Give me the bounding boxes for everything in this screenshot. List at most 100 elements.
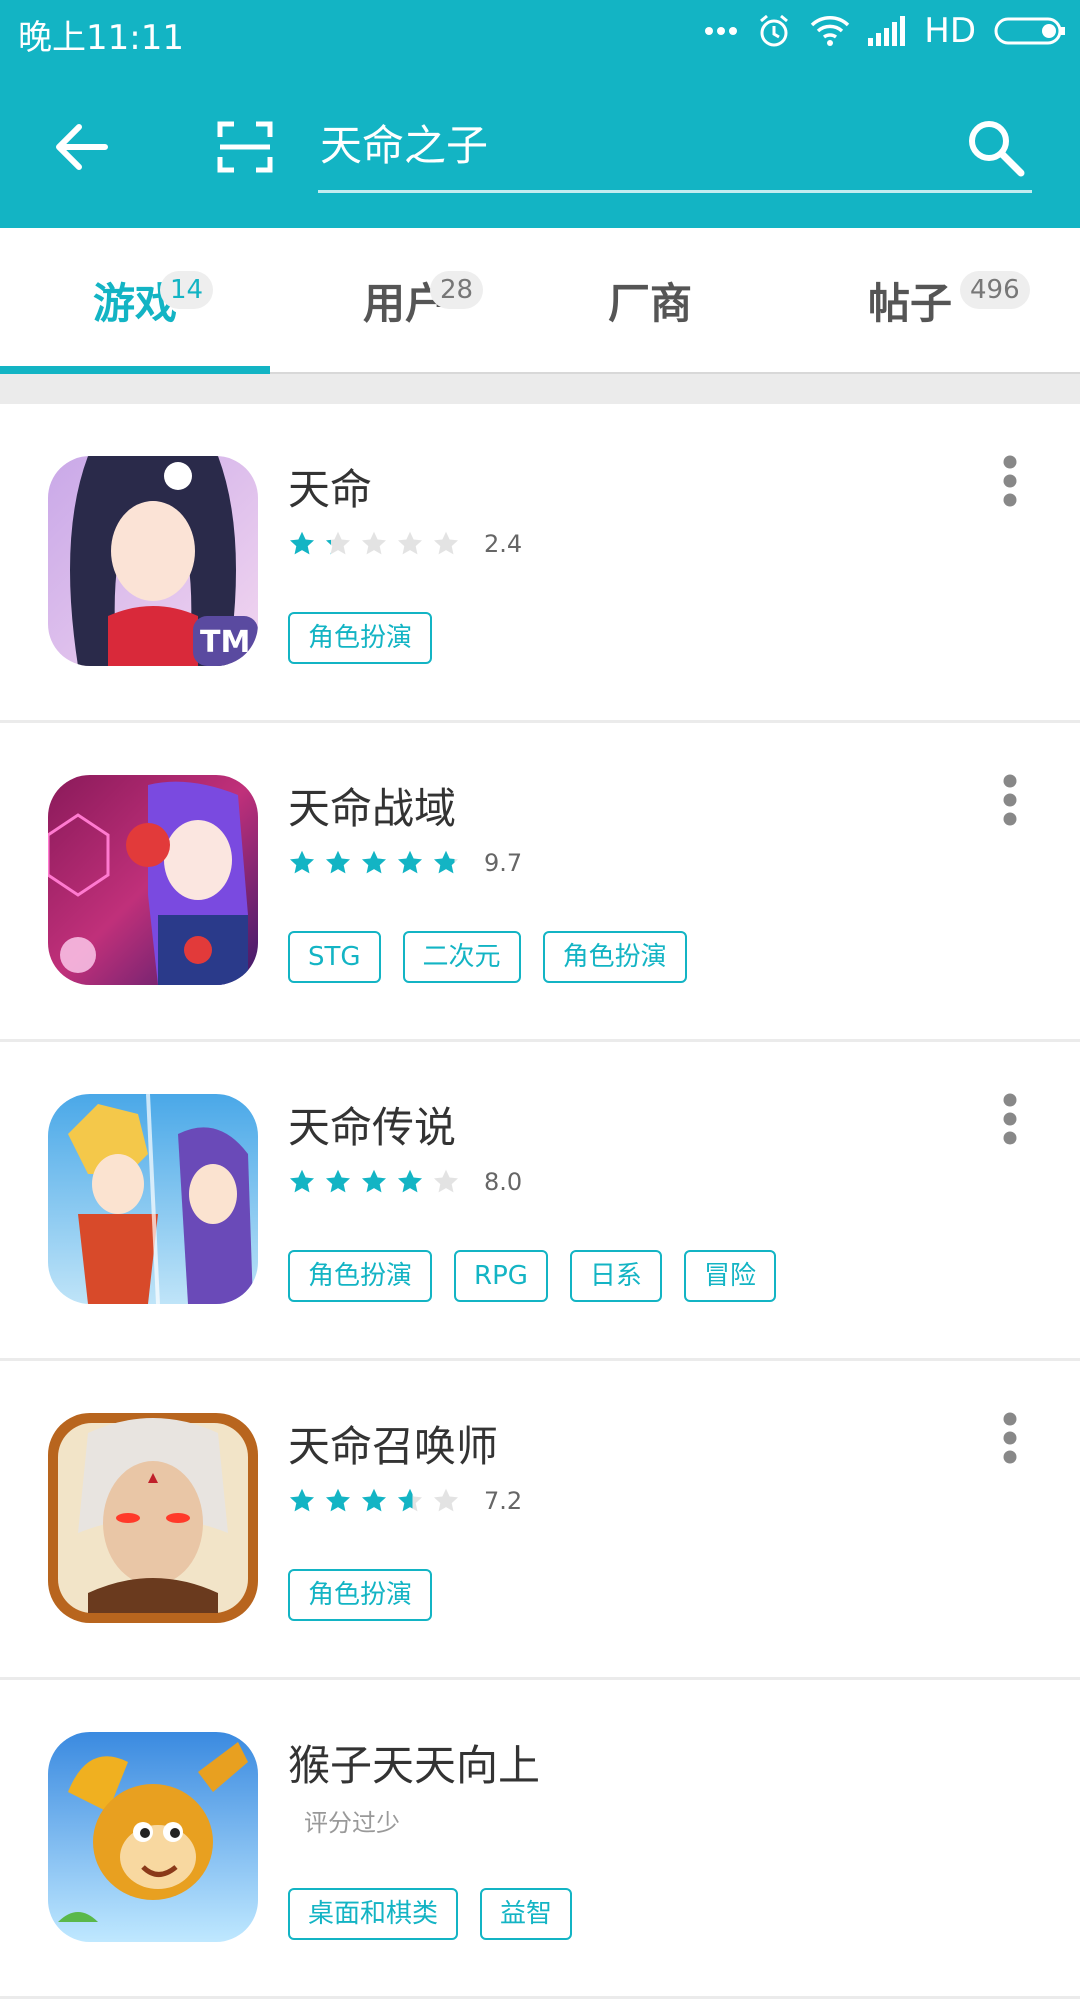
game-results-list: TM 天命 2.4 角色扮演 天命战域 9.7 STG 二次元 角色扮演 天命传… <box>0 404 1080 1999</box>
category-tag[interactable]: 冒险 <box>683 1250 776 1302</box>
app-name: 天命 <box>288 465 373 514</box>
more-options-button[interactable] <box>990 765 1030 835</box>
scan-icon <box>217 121 273 173</box>
scan-button[interactable] <box>210 112 280 182</box>
tab-count: 28 <box>430 271 484 309</box>
more-vert-icon <box>1003 1093 1017 1145</box>
star-icon <box>397 531 423 555</box>
star-icon <box>361 850 387 874</box>
star-icon <box>397 1488 423 1512</box>
signal-icon <box>868 16 906 46</box>
app-name: 天命传说 <box>288 1103 457 1152</box>
star-icon <box>325 531 351 555</box>
star-rating: 8.0 <box>288 1162 522 1202</box>
status-time: 晚上11:11 <box>18 18 184 58</box>
app-name: 猴子天天向上 <box>288 1741 541 1790</box>
app-icon <box>48 1732 258 1942</box>
tag-list: 角色扮演 <box>288 1569 433 1621</box>
active-tab-indicator <box>0 366 270 374</box>
star-rating: 9.7 <box>288 843 522 883</box>
tab-games[interactable]: 游戏 14 <box>0 228 270 372</box>
star-icon <box>397 850 423 874</box>
tab-posts[interactable]: 帖子 496 <box>800 228 1080 372</box>
category-tag[interactable]: 二次元 <box>402 931 521 983</box>
battery-icon <box>994 17 1065 45</box>
list-item[interactable]: 天命召唤师 7.2 角色扮演 <box>0 1361 1080 1680</box>
category-tag[interactable]: 角色扮演 <box>288 1569 433 1621</box>
star-icon <box>433 850 459 874</box>
svg-text:TM: TM <box>200 625 250 660</box>
rating-score: 8.0 <box>484 1168 523 1196</box>
tab-vendors[interactable]: 厂商 <box>540 228 760 372</box>
app-name: 天命召唤师 <box>288 1422 499 1471</box>
tag-list: 角色扮演 RPG 日系 冒险 <box>288 1250 776 1302</box>
list-item[interactable]: 天命战域 9.7 STG 二次元 角色扮演 <box>0 723 1080 1042</box>
rating-score: 9.7 <box>484 849 523 877</box>
category-tag[interactable]: 桌面和棋类 <box>288 1888 459 1940</box>
star-icon <box>361 1169 387 1193</box>
app-name: 天命战域 <box>288 784 457 833</box>
star-icon <box>433 531 459 555</box>
tag-list: 角色扮演 <box>288 612 433 664</box>
star-icon <box>325 850 351 874</box>
star-icon <box>433 1169 459 1193</box>
category-tag[interactable]: RPG <box>454 1250 548 1302</box>
more-vert-icon <box>1003 455 1017 507</box>
status-bar: 晚上11:11 HD <box>0 0 1080 62</box>
section-divider <box>0 374 1080 404</box>
star-icon <box>325 1169 351 1193</box>
search-box <box>318 102 1032 193</box>
category-tag[interactable]: 角色扮演 <box>288 612 433 664</box>
tab-count: 496 <box>960 271 1030 309</box>
list-item[interactable]: 天命传说 8.0 角色扮演 RPG 日系 冒险 <box>0 1042 1080 1361</box>
stars <box>288 1487 468 1515</box>
star-rating: 2.4 <box>288 524 522 564</box>
back-button[interactable] <box>46 112 116 182</box>
star-icon <box>325 1488 351 1512</box>
app-icon <box>48 1413 258 1623</box>
category-tag[interactable]: 角色扮演 <box>288 1250 433 1302</box>
star-icon <box>397 1169 423 1193</box>
search-toolbar <box>0 62 1080 228</box>
star-rating: 评分过少 <box>288 1800 400 1840</box>
tab-users[interactable]: 用户 28 <box>270 228 540 372</box>
category-tag[interactable]: STG <box>288 931 381 983</box>
star-icon <box>361 531 387 555</box>
list-item[interactable]: 猴子天天向上 评分过少 桌面和棋类 益智 <box>0 1680 1080 1999</box>
star-icon <box>289 1488 315 1512</box>
more-vert-icon <box>1003 1412 1017 1464</box>
star-icon <box>289 531 315 555</box>
star-icon <box>289 1169 315 1193</box>
list-item[interactable]: TM 天命 2.4 角色扮演 <box>0 404 1080 723</box>
app-icon <box>48 775 258 985</box>
status-icons: HD <box>704 8 1066 54</box>
category-tag[interactable]: 日系 <box>569 1250 662 1302</box>
app-icon <box>48 1094 258 1304</box>
network-type: HD <box>924 11 976 51</box>
star-icon <box>361 1488 387 1512</box>
rating-score: 7.2 <box>484 1487 523 1515</box>
tag-list: STG 二次元 角色扮演 <box>288 931 687 983</box>
search-input[interactable] <box>320 112 920 172</box>
rating-score: 2.4 <box>484 530 523 558</box>
wifi-icon <box>811 16 850 46</box>
alarm-icon <box>760 14 789 47</box>
tab-label: 帖子 <box>867 278 952 328</box>
more-options-button[interactable] <box>990 1084 1030 1154</box>
star-icon <box>433 1488 459 1512</box>
category-tag[interactable]: 角色扮演 <box>542 931 687 983</box>
stars <box>288 1168 468 1196</box>
tab-label: 厂商 <box>607 278 692 328</box>
tag-list: 桌面和棋类 益智 <box>288 1888 573 1940</box>
search-icon <box>969 121 1025 177</box>
search-button[interactable] <box>960 112 1030 182</box>
more-options-button[interactable] <box>990 1403 1030 1473</box>
app-icon: TM <box>48 456 258 666</box>
star-rating: 7.2 <box>288 1481 522 1521</box>
star-icon <box>289 850 315 874</box>
tab-count: 14 <box>160 271 214 309</box>
category-tag[interactable]: 益智 <box>480 1888 573 1940</box>
more-dots-icon <box>705 27 738 35</box>
stars <box>288 849 468 877</box>
more-options-button[interactable] <box>990 446 1030 516</box>
